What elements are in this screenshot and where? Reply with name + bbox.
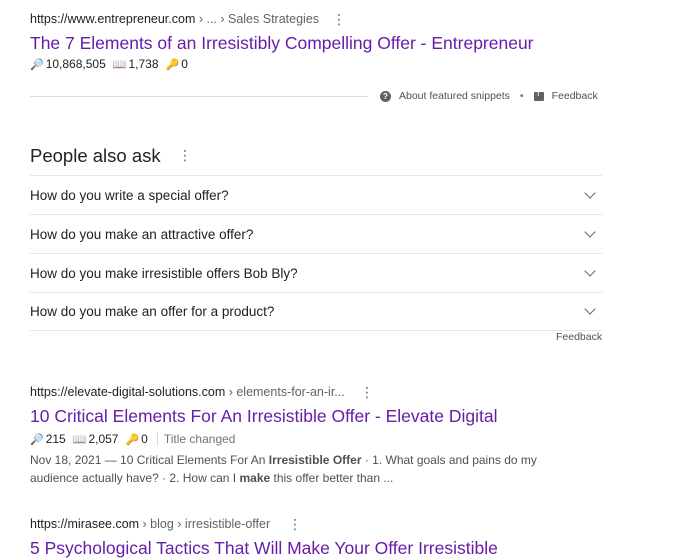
result3-title-link[interactable]: 5 Psychological Tactics That Will Make Y…	[30, 538, 498, 559]
key-icon: 🔑	[165, 58, 180, 71]
result2-stat-book: 2,057	[88, 432, 119, 446]
book-icon: 📖	[112, 58, 127, 71]
chevron-down-icon	[584, 187, 596, 199]
paa-question-3[interactable]: How do you make irresistible offers Bob …	[30, 254, 602, 293]
snippet-highlight: make	[239, 471, 271, 485]
result2-snippet: Nov 18, 2021 — 10 Critical Elements For …	[30, 451, 550, 487]
result1-stat-search: 10,868,505	[45, 57, 106, 71]
paa-question-text: How do you write a special offer?	[30, 187, 229, 203]
paa-question-text: How do you make an offer for a product?	[30, 303, 275, 319]
result2-url[interactable]: https://elevate-digital-solutions.com › …	[30, 385, 345, 399]
result1-url-domain: https://www.entrepreneur.com	[30, 12, 196, 26]
result2-more-icon[interactable]: ⋮	[360, 385, 374, 399]
result2-stat-key: 0	[141, 432, 148, 446]
snippet-text: audience actually have? · 2. How can I	[30, 471, 240, 485]
result2-url-path: › elements-for-an-ir...	[225, 385, 345, 399]
title-changed-badge: Title changed	[156, 432, 235, 446]
snippet-text: · 1. What goals and pains do my	[361, 453, 537, 467]
paa-question-1[interactable]: How do you write a special offer?	[30, 176, 602, 215]
result1-more-icon[interactable]: ⋮	[332, 12, 346, 26]
paa-question-text: How do you make an attractive offer?	[30, 226, 254, 242]
result1-stat-key: 0	[181, 57, 188, 71]
book-icon: 📖	[72, 433, 87, 446]
chevron-down-icon	[584, 265, 596, 277]
feedback-icon	[533, 91, 544, 101]
result2-stats: 🔎 215 📖 2,057 🔑 0 Title changed	[30, 432, 235, 446]
result1-url-path: › ... › Sales Strategies	[195, 12, 320, 26]
paa-question-4[interactable]: How do you make an offer for a product?	[30, 292, 602, 331]
snippet-bar: ? About featured snippets • Feedback	[380, 90, 598, 102]
snippet-highlight: Irresistible Offer	[268, 453, 362, 467]
search-icon: 🔎	[30, 433, 44, 446]
result3-more-icon[interactable]: ⋮	[288, 517, 302, 531]
help-icon: ?	[380, 90, 391, 102]
search-icon: 🔎	[30, 58, 44, 71]
result3-url-path: › blog › irresistible-offer	[139, 517, 271, 531]
paa-question-2[interactable]: How do you make an attractive offer?	[30, 215, 602, 254]
about-featured-snippets-link[interactable]: About featured snippets	[399, 90, 510, 102]
separator-dot: •	[519, 90, 524, 102]
chevron-down-icon	[584, 226, 596, 238]
result1-title-link[interactable]: The 7 Elements of an Irresistibly Compel…	[30, 33, 534, 54]
snippet-text: this offer better than ...	[270, 471, 394, 485]
snippet-divider	[30, 96, 368, 97]
snippet-feedback-link[interactable]: Feedback	[552, 90, 598, 102]
result2-title-link[interactable]: 10 Critical Elements For An Irresistible…	[30, 406, 497, 427]
paa-feedback-link[interactable]: Feedback	[556, 331, 602, 343]
paa-question-text: How do you make irresistible offers Bob …	[30, 265, 298, 281]
result1-url[interactable]: https://www.entrepreneur.com › ... › Sal…	[30, 12, 319, 26]
result3-url[interactable]: https://mirasee.com › blog › irresistibl…	[30, 517, 270, 531]
result2-stat-search: 215	[45, 432, 66, 446]
paa-more-icon[interactable]: ⋮	[178, 148, 192, 162]
snippet-text: Nov 18, 2021 — 10 Critical Elements For …	[30, 453, 269, 467]
paa-title: People also ask	[30, 145, 161, 166]
result1-stats: 🔎 10,868,505 📖 1,738 🔑 0	[30, 57, 195, 71]
result1-stat-book: 1,738	[128, 57, 159, 71]
result3-url-domain: https://mirasee.com	[30, 517, 140, 531]
result2-url-domain: https://elevate-digital-solutions.com	[30, 385, 226, 399]
key-icon: 🔑	[125, 433, 140, 446]
chevron-down-icon	[584, 303, 596, 315]
